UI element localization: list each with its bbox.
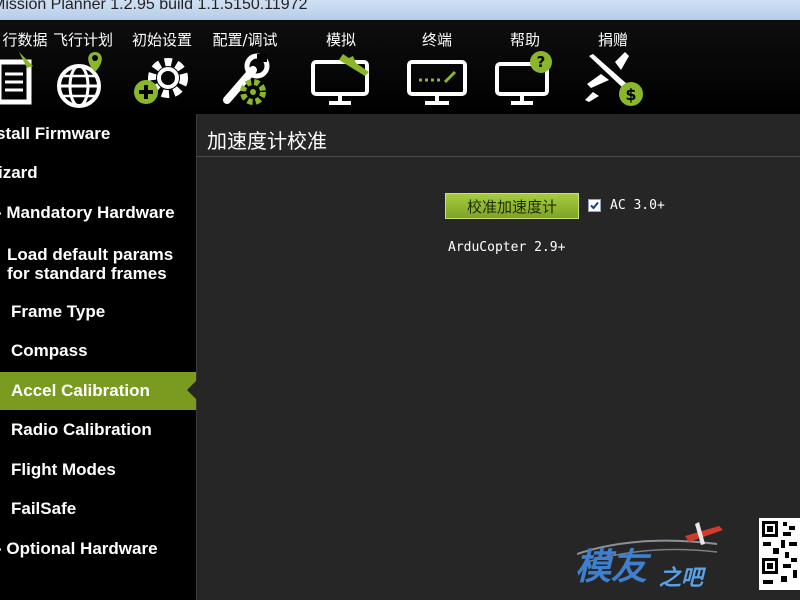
sidebar-item-frame-type[interactable]: Frame Type [0,293,196,331]
sidebar-item-compass[interactable]: Compass [0,332,196,370]
menu-initial-setup[interactable]: 初始设置 [119,24,205,112]
svg-text:$: $ [625,85,636,104]
sidebar-item-accel-calibration[interactable]: Accel Calibration [0,372,197,410]
sidebar-item-label: Frame Type [11,302,106,321]
title-divider [197,156,800,157]
watermark-subtext: 之吧 [659,566,704,591]
menu-donate[interactable]: 捐赠 $ [570,24,656,112]
firmware-version-text: ArduCopter 2.9+ [448,240,566,255]
watermark-text: 模友 [575,547,648,588]
sidebar-item-label: stall Firmware [0,124,111,143]
sidebar-item-radio-calibration[interactable]: Radio Calibration [0,411,196,449]
sidebar-item-load-default-params[interactable]: Load default params for standard frames [0,241,196,285]
sidebar-item-failsafe[interactable]: FailSafe [0,490,196,528]
sidebar-item-label: Flight Modes [11,460,116,479]
calibrate-accel-button[interactable]: 校准加速度计 [445,193,579,219]
sidebar-item-install-firmware[interactable]: stall Firmware [0,115,196,153]
menu-config-tuning[interactable]: 配置/调试 [202,24,288,112]
menu-simulation[interactable]: 模拟 [298,24,384,112]
checkmark-icon [590,201,599,210]
monitor-plane-icon [309,48,373,108]
sidebar-item-label: - Optional Hardware [0,539,158,558]
help-monitor-icon: ? [493,48,557,108]
panel-title: 加速度计校准 [207,129,327,153]
menu-label: 捐赠 [597,31,628,49]
menu-help[interactable]: 帮助 ? [482,24,568,112]
sidebar-item-label: - Mandatory Hardware [0,203,175,222]
svg-text:?: ? [537,53,546,71]
menu-terminal[interactable]: 终端 [394,24,480,112]
menu-label: 模拟 [325,31,356,49]
ac30-checkbox[interactable] [588,199,601,212]
sidebar-item-optional-hardware[interactable]: - Optional Hardware [0,530,196,568]
sidebar-item-mandatory-hardware[interactable]: - Mandatory Hardware [0,194,196,232]
main-menu-bar: 行数据 飞行计划 初始设置 配置/调试 模拟 终端 帮助 ? 捐赠 $ [0,20,800,114]
menu-flight-plan[interactable]: 飞行计划 [40,24,126,112]
menu-label: 帮助 [509,31,540,49]
sidebar-item-label: Radio Calibration [11,420,152,439]
terminal-monitor-icon [405,48,469,108]
title-bar: Mission Planner 1.2.95 build 1.1.5150.11… [0,0,800,20]
sidebar-item-flight-modes[interactable]: Flight Modes [0,451,196,489]
plane-dollar-icon: $ [581,48,645,108]
window-title: Mission Planner 1.2.95 build 1.1.5150.11… [0,0,308,13]
sidebar-item-label: izard [0,163,38,182]
wrench-gear-icon [213,48,277,108]
sidebar-item-wizard[interactable]: izard [0,154,196,192]
sidebar-item-label: Compass [11,341,88,360]
globe-icon [51,48,115,108]
menu-label: 配置/调试 [212,31,278,49]
sidebar-item-label: Accel Calibration [11,381,150,400]
qr-code [759,518,800,590]
menu-label: 初始设置 [131,31,192,49]
setup-sidebar: stall Firmware izard - Mandatory Hardwar… [0,114,197,600]
menu-label: 飞行计划 [52,31,113,49]
menu-label: 终端 [421,31,452,49]
sidebar-item-label: Load default params for standard frames [7,245,174,283]
sidebar-item-label: FailSafe [11,499,77,518]
accel-calibration-panel: 加速度计校准 校准加速度计 AC 3.0+ ArduCopter 2.9+ 模友… [197,114,800,600]
ac30-checkbox-label: AC 3.0+ [610,198,665,213]
gear-add-icon [130,48,194,108]
